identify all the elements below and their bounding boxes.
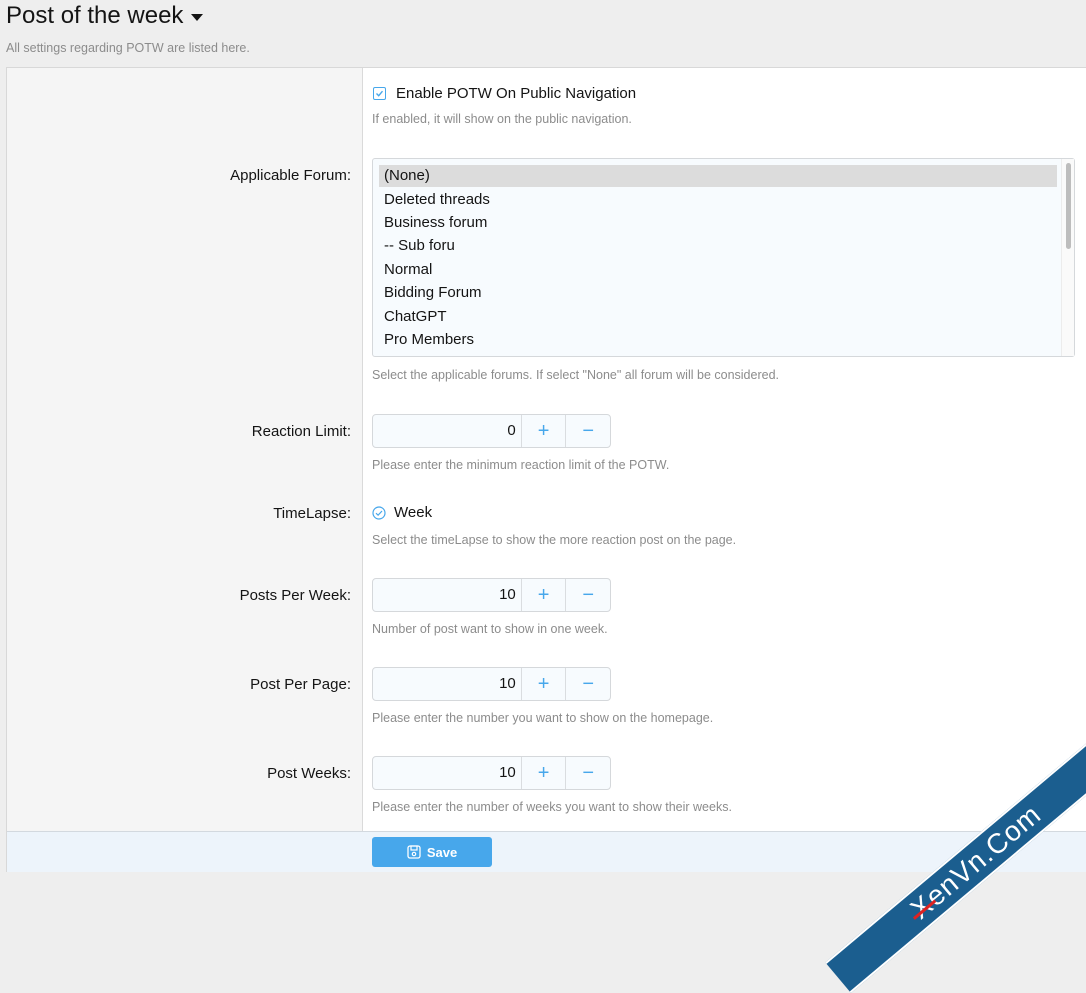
minus-icon: − [582, 419, 595, 442]
post-weeks-stepper: 10 + − [372, 756, 611, 790]
forum-option[interactable]: -- Sub foru [379, 235, 1057, 257]
enable-potw-checkbox-row[interactable]: Enable POTW On Public Navigation [372, 85, 636, 102]
reaction-limit-label: Reaction Limit: [251, 423, 351, 440]
post-weeks-label: Post Weeks: [267, 765, 351, 782]
forum-option[interactable]: Pro Members [379, 329, 1057, 351]
enable-potw-hint: If enabled, it will show on the public n… [372, 112, 632, 126]
minus-icon: − [582, 761, 595, 784]
plus-icon: + [537, 583, 550, 606]
listbox-scrollbar[interactable] [1061, 159, 1074, 356]
post-per-page-hint: Please enter the number you want to show… [372, 711, 714, 725]
reaction-limit-input[interactable]: 0 [373, 415, 522, 447]
plus-icon: + [537, 761, 550, 784]
minus-icon: − [582, 672, 595, 695]
posts-per-week-increment-button[interactable]: + [522, 579, 567, 611]
plus-icon: + [537, 419, 550, 442]
reaction-limit-stepper: 0 + − [372, 414, 611, 448]
posts-per-week-hint: Number of post want to show in one week. [372, 622, 608, 636]
plus-icon: + [537, 672, 550, 695]
reaction-limit-hint: Please enter the minimum reaction limit … [372, 458, 670, 472]
applicable-forum-listbox[interactable]: (None) Deleted threads Business forum --… [372, 158, 1075, 357]
form-footer [7, 831, 1086, 872]
posts-per-week-input[interactable]: 10 [373, 579, 522, 611]
page-description: All settings regarding POTW are listed h… [6, 41, 250, 55]
timelapse-hint: Select the timeLapse to show the more re… [372, 533, 737, 547]
post-weeks-increment-button[interactable]: + [522, 757, 567, 789]
caret-down-icon[interactable] [191, 13, 204, 21]
forum-option[interactable]: ChatGPT [379, 306, 1057, 328]
timelapse-option-label: Week [394, 504, 433, 521]
applicable-forum-label: Applicable Forum: [230, 167, 351, 184]
checkmark-icon [376, 90, 384, 97]
post-per-page-label: Post Per Page: [250, 676, 351, 693]
post-per-page-stepper: 10 + − [372, 667, 611, 701]
post-weeks-decrement-button[interactable]: − [566, 757, 610, 789]
post-per-page-increment-button[interactable]: + [522, 668, 567, 700]
forum-option[interactable]: Business forum [379, 212, 1057, 234]
forum-option[interactable]: Bidding Forum [379, 282, 1057, 304]
listbox-scrollbar-thumb[interactable] [1066, 163, 1071, 249]
timelapse-radio-week[interactable]: Week [372, 504, 432, 521]
timelapse-label: TimeLapse: [273, 505, 351, 522]
applicable-forum-hint: Select the applicable forums. If select … [372, 368, 779, 382]
minus-icon: − [582, 583, 595, 606]
enable-potw-checkbox[interactable] [373, 87, 386, 100]
post-per-page-decrement-button[interactable]: − [566, 668, 610, 700]
posts-per-week-stepper: 10 + − [372, 578, 611, 612]
enable-potw-label: Enable POTW On Public Navigation [396, 85, 637, 102]
page-title[interactable]: Post of the week [6, 2, 204, 30]
save-icon [407, 845, 421, 859]
post-weeks-input[interactable]: 10 [373, 757, 522, 789]
radio-checked-icon[interactable] [372, 505, 386, 520]
page-title-text: Post of the week [6, 2, 184, 29]
forum-option[interactable]: Normal [379, 259, 1057, 281]
post-per-page-input[interactable]: 10 [373, 668, 522, 700]
posts-per-week-label: Posts Per Week: [239, 587, 351, 604]
reaction-limit-decrement-button[interactable]: − [566, 415, 610, 447]
save-label: Save [426, 844, 458, 860]
forum-option[interactable]: (None) [379, 165, 1057, 187]
posts-per-week-decrement-button[interactable]: − [566, 579, 610, 611]
forum-option[interactable]: Deleted threads [379, 189, 1057, 211]
save-button[interactable]: Save [372, 837, 492, 867]
reaction-limit-increment-button[interactable]: + [522, 415, 567, 447]
post-weeks-hint: Please enter the number of weeks you wan… [372, 800, 732, 814]
